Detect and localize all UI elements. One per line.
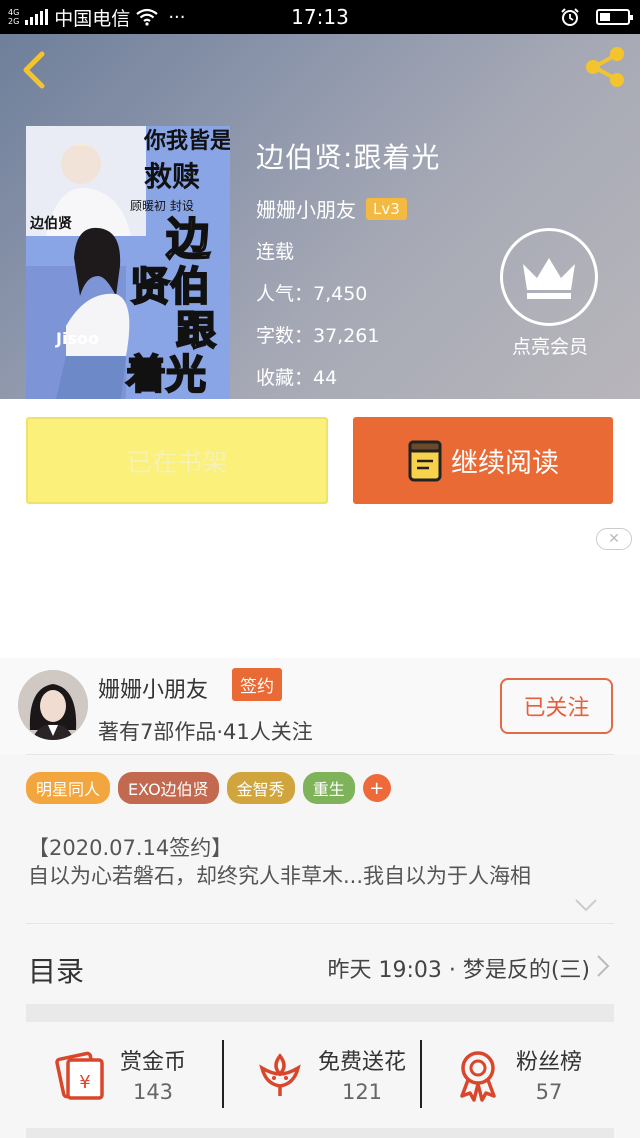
reward-coin-value: 143 [132, 1080, 174, 1104]
cover-text-line1: 你我皆是 [143, 129, 230, 154]
cover-name-left: 边伯贤 [29, 215, 72, 232]
reward-coin-button[interactable]: ¥ 赏金币 143 [26, 1030, 222, 1118]
cover-text-line2: 救赎 [144, 160, 200, 193]
book-info: 边伯贤:跟着光 姗姗小朋友 Lv3 连载 人气：7,450 字数：37,261 … [256, 136, 441, 389]
tag-item[interactable]: 重生 [302, 772, 355, 804]
tag-item[interactable]: 金智秀 [226, 772, 295, 804]
free-flower-value: 121 [341, 1080, 383, 1104]
clock: 17:13 [291, 5, 349, 29]
free-flower-button[interactable]: 免费送花 121 [224, 1030, 420, 1118]
continue-reading-button[interactable]: 继续阅读 [353, 417, 613, 504]
cover-text-line3: 顾暖初 封设 [130, 199, 194, 213]
fan-ranking-value: 57 [535, 1080, 563, 1104]
cover-big-1: 边 [166, 214, 210, 265]
followed-label: 已关注 [523, 696, 590, 721]
level-badge: Lv3 [366, 197, 407, 220]
cover-jisoo: Jisoo [55, 329, 99, 348]
vip-label: 点亮会员 [511, 336, 588, 358]
tag-item[interactable]: EXO边伯贤 [118, 772, 219, 804]
alarm-icon [561, 8, 579, 26]
share-icon[interactable] [582, 44, 628, 90]
flower-icon [259, 1053, 301, 1096]
author-meta: 著有7部作品·41人关注 [98, 720, 313, 744]
divider [26, 923, 614, 924]
toc-title: 目录 [28, 955, 85, 988]
intro-line1: 【2020.07.14签约】 [28, 836, 233, 860]
author-name: 姗姗小朋友 [98, 678, 209, 703]
close-icon: ✕ [608, 531, 620, 547]
on-shelf-button[interactable]: 已在书架 [26, 417, 328, 504]
divider [26, 754, 614, 755]
book-favorites: 收藏：44 [256, 367, 338, 389]
book-title: 边伯贤:跟着光 [256, 141, 441, 174]
book-details: 姗姗小朋友 签约 著有7部作品·41人关注 已关注 明星同人 EXO边伯贤 金智… [0, 658, 640, 1138]
continue-reading-label: 继续阅读 [451, 448, 559, 479]
separator-strip [26, 1128, 614, 1138]
chevron-left-icon[interactable] [16, 50, 56, 90]
on-shelf-label: 已在书架 [126, 447, 227, 477]
coin-envelope-icon: ¥ [55, 1051, 104, 1100]
latest-chapter: 昨天 19:03 · 梦是反的(三) [327, 958, 590, 983]
signed-badge: 签约 [232, 668, 282, 701]
followed-button[interactable]: 已关注 [500, 678, 613, 734]
author-card[interactable]: 姗姗小朋友 签约 著有7部作品·41人关注 已关注 [0, 658, 640, 754]
separator-strip [26, 1004, 614, 1022]
cover-big-4: 着光 [126, 352, 206, 398]
tag-item[interactable]: 明星同人 [26, 772, 111, 804]
book-word-count: 字数：37,261 [256, 325, 380, 347]
book-author[interactable]: 姗姗小朋友 [256, 194, 356, 223]
cover-artwork: 你我皆是 救赎 顾暖初 封设 边伯贤 边 贤伯 跟 着光 Jisoo [26, 126, 230, 399]
chevron-right-icon [597, 955, 610, 977]
free-flower-label: 免费送花 [318, 1050, 407, 1075]
fan-ranking-button[interactable]: 粉丝榜 57 [422, 1030, 618, 1118]
book-popularity: 人气：7,450 [256, 283, 368, 305]
book-cover[interactable]: 你我皆是 救赎 顾暖初 封设 边伯贤 边 贤伯 跟 着光 Jisoo [26, 126, 230, 399]
book-icon [408, 440, 442, 481]
svg-text:¥: ¥ [79, 1072, 90, 1093]
cover-big-2: 贤伯 [130, 264, 210, 310]
battery-icon [596, 9, 633, 25]
book-intro[interactable]: 【2020.07.14签约】 自以为心若磐石，却终究人非草木...我自以为于人海… [28, 834, 618, 890]
reward-coin-label: 赏金币 [120, 1050, 187, 1075]
crown-icon [523, 258, 575, 299]
book-header: 你我皆是 救赎 顾暖初 封设 边伯贤 边 贤伯 跟 着光 Jisoo 边伯贤:跟… [0, 34, 640, 399]
medal-icon [460, 1051, 496, 1102]
book-status: 连载 [256, 241, 295, 263]
ad-close-button[interactable]: ✕ [596, 528, 632, 550]
tag-list: 明星同人 EXO边伯贤 金智秀 重生 + [26, 772, 391, 804]
cover-big-3: 跟 [176, 308, 216, 354]
status-bar: 4G 2G 中国电信 ··· 17:13 [0, 0, 640, 34]
intro-line2: 自以为心若磐石，却终究人非草木...我自以为于人海相 [28, 864, 532, 888]
chevron-down-icon[interactable] [574, 898, 598, 912]
table-of-contents-row[interactable]: 目录 昨天 19:03 · 梦是反的(三) [0, 928, 640, 1002]
stats-bar: ¥ 赏金币 143 免费送花 121 粉丝榜 57 [0, 1030, 640, 1118]
vip-member-button[interactable]: 点亮会员 [500, 228, 600, 359]
avatar[interactable] [18, 670, 88, 740]
fan-ranking-label: 粉丝榜 [516, 1050, 583, 1075]
more-tags-button[interactable]: + [362, 774, 391, 802]
